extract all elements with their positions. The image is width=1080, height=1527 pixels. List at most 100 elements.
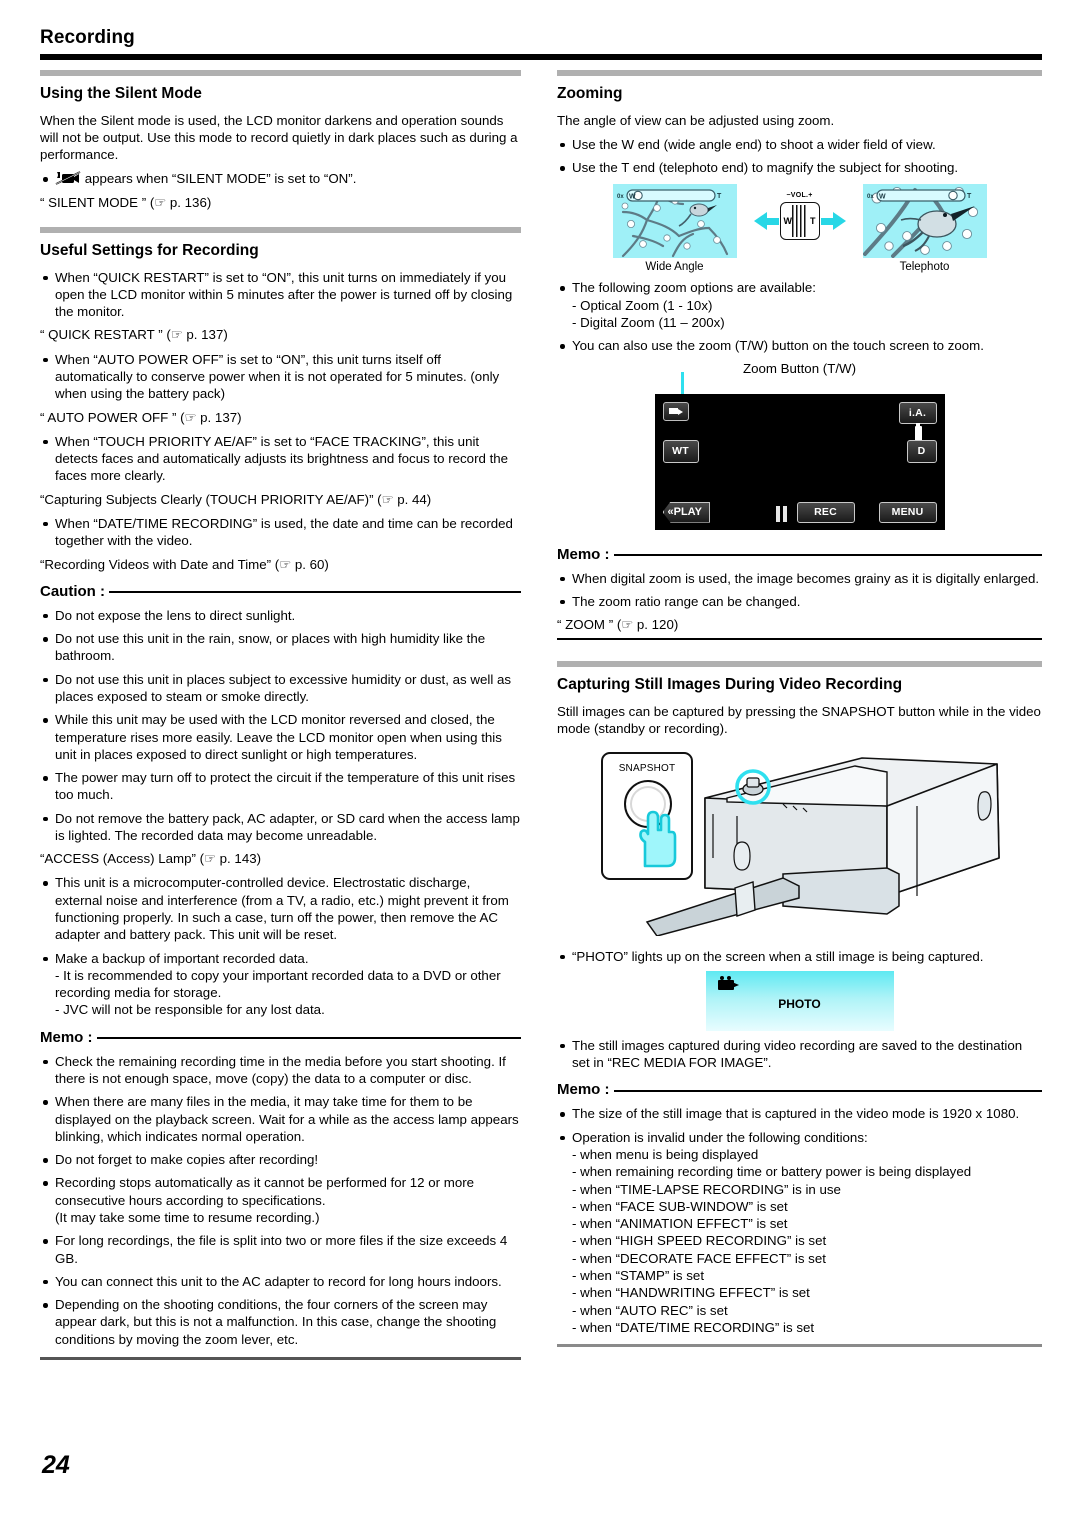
menu-button[interactable]: MENU xyxy=(878,501,937,523)
telephoto-caption: Telephoto xyxy=(899,261,950,274)
reference-zoom[interactable]: “ ZOOM ” (☞ p. 120) xyxy=(557,616,1042,641)
list-item-text: When “QUICK RESTART” is set to “ON”, thi… xyxy=(55,269,513,320)
condition-item: - when “AUTO REC” is set xyxy=(572,1302,728,1318)
zoom-button-caption: Zoom Button (T/W) xyxy=(742,360,857,376)
play-chevron-icon: « xyxy=(667,506,674,519)
list-item: The zoom ratio range can be changed. xyxy=(557,593,1042,610)
svg-text:W: W xyxy=(879,194,886,201)
list-item-text: Use the T end (telephoto end) to magnify… xyxy=(572,160,959,176)
list-item: When there are many files in the media, … xyxy=(40,1093,521,1145)
page-number: 24 xyxy=(42,1451,70,1479)
arrow-right-bar xyxy=(820,217,833,225)
zoom-lever[interactable]: −VOL.+ W T xyxy=(779,192,820,241)
list-item-text: Check the remaining recording time in th… xyxy=(55,1053,506,1086)
useful-settings-list: When “AUTO POWER OFF” is set to “ON”, th… xyxy=(40,351,521,403)
arrow-left-bar xyxy=(766,217,779,225)
memo-heading-zoom: Memo : xyxy=(557,546,1042,563)
manual-page: Recording Using the Silent Mode When the… xyxy=(0,0,1080,1527)
photo-destination-list: The still images captured during video r… xyxy=(557,1037,1042,1072)
memo-label: Memo : xyxy=(557,545,610,563)
condition-item: - when “STAMP” is set xyxy=(572,1267,705,1283)
photo-indicator-figure: PHOTO xyxy=(705,970,894,1031)
list-item-text: Recording stops automatically as it cann… xyxy=(55,1175,475,1225)
reference-quick-restart[interactable]: “ QUICK RESTART ” (☞ p. 137) xyxy=(40,326,521,343)
section-bar-zooming xyxy=(557,70,1042,76)
section-bar-capturing xyxy=(557,661,1042,668)
digital-zoom-option: - Digital Zoom (11 – 200x) xyxy=(572,315,725,330)
svg-text:0x: 0x xyxy=(617,194,624,200)
right-column: Zooming The angle of view can be adjuste… xyxy=(557,70,1042,1348)
zoom-options-list: The following zoom options are available… xyxy=(557,279,1042,354)
list-item: When “AUTO POWER OFF” is set to “ON”, th… xyxy=(40,351,521,403)
condition-item: - when “FACE SUB-WINDOW” is set xyxy=(572,1198,788,1214)
list-item: You can also use the zoom (T/W) button o… xyxy=(557,337,1042,354)
vol-label: −VOL.+ xyxy=(786,192,813,200)
list-item: Use the T end (telephoto end) to magnify… xyxy=(557,159,1042,176)
list-item: Depending on the shooting conditions, th… xyxy=(40,1296,521,1348)
wide-angle-caption: Wide Angle xyxy=(645,261,704,274)
pause-icon xyxy=(775,505,787,522)
memo-label: Memo : xyxy=(557,1081,610,1099)
condition-item: - when remaining recording time or batte… xyxy=(572,1164,972,1180)
photo-indicator-label: PHOTO xyxy=(778,996,821,1011)
list-item-text: You can also use the zoom (T/W) button o… xyxy=(572,338,984,354)
list-item: The still images captured during video r… xyxy=(557,1037,1042,1072)
condition-item: - when “TIME-LAPSE RECORDING” is in use xyxy=(572,1181,841,1197)
heading-using-the-silent-mode: Using the Silent Mode xyxy=(40,85,202,102)
condition-item: - when “HIGH SPEED RECORDING” is set xyxy=(572,1233,827,1249)
reference-access-lamp[interactable]: “ACCESS (Access) Lamp” (☞ p. 143) xyxy=(40,850,521,867)
list-item: Recording stops automatically as it cann… xyxy=(40,1174,521,1226)
memo-heading-left: Memo : xyxy=(40,1029,521,1046)
arrow-left-icon xyxy=(753,212,767,231)
list-item-text: For long recordings, the file is split i… xyxy=(55,1233,508,1266)
list-item: Operation is invalid under the following… xyxy=(557,1129,1042,1336)
left-column-end-rule xyxy=(40,1356,521,1360)
memo-label: Memo : xyxy=(40,1028,93,1046)
snapshot-callout: SNAPSHOT xyxy=(601,751,693,880)
memo-rule xyxy=(613,1089,1042,1092)
list-item: You can connect this unit to the AC adap… xyxy=(40,1273,521,1290)
condition-item: - when “DECORATE FACE EFFECT” is set xyxy=(572,1250,826,1266)
zoom-comparison-figure: 0x T W Wide Angle −VOL.+ W T 0x T W Tele… xyxy=(557,184,1042,273)
memo-list-left: Check the remaining recording time in th… xyxy=(40,1053,521,1348)
list-item-text: Use the W end (wide angle end) to shoot … xyxy=(572,136,936,152)
video-camera-icon xyxy=(717,975,740,990)
capturing-paragraph: Still images can be captured by pressing… xyxy=(557,704,1041,737)
play-button[interactable]: « PLAY xyxy=(662,501,710,523)
condition-item: - when “ANIMATION EFFECT” is set xyxy=(572,1216,788,1232)
list-item-text: When there are many files in the media, … xyxy=(55,1094,519,1144)
wide-angle-image: 0x T W xyxy=(612,184,737,259)
zooming-bullets: Use the W end (wide angle end) to shoot … xyxy=(557,136,1042,177)
memo-list-zoom: When digital zoom is used, the image bec… xyxy=(557,570,1042,611)
telephoto-image: 0x T W xyxy=(862,184,987,259)
reference-date-time-recording[interactable]: “Recording Videos with Date and Time” (☞… xyxy=(40,556,521,573)
intelligent-auto-button[interactable]: i.A. xyxy=(898,401,937,424)
lcd-screen: WT i.A. D « PLAY REC MENU xyxy=(654,393,945,530)
zoom-lever-figure: −VOL.+ W T xyxy=(737,184,863,258)
silent-mode-reference[interactable]: “ SILENT MODE ” (☞ p. 136) xyxy=(40,194,521,211)
list-item-text: The power may turn off to protect the ci… xyxy=(55,770,516,803)
wide-angle-figure: 0x T W Wide Angle xyxy=(612,184,737,274)
list-item-text: Depending on the shooting conditions, th… xyxy=(55,1297,497,1347)
section-bar-silent-mode xyxy=(40,70,521,76)
zoom-wt-button[interactable]: WT xyxy=(662,439,699,463)
list-item-text: The size of the still image that is capt… xyxy=(572,1106,1020,1122)
list-item: For long recordings, the file is split i… xyxy=(40,1232,521,1267)
section-bar-useful-settings xyxy=(40,227,521,233)
rec-button[interactable]: REC xyxy=(796,501,855,523)
list-item-text: When “AUTO POWER OFF” is set to “ON”, th… xyxy=(55,351,500,402)
list-item: This unit is a microcomputer-controlled … xyxy=(40,874,521,943)
list-item-text: Do not use this unit in the rain, snow, … xyxy=(55,631,486,664)
reference-auto-power-off[interactable]: “ AUTO POWER OFF ” (☞ p. 137) xyxy=(40,409,521,426)
d-button[interactable]: D xyxy=(906,439,937,463)
lever-t-label: T xyxy=(810,216,816,227)
useful-settings-list: When “TOUCH PRIORITY AE/AF” is set to “F… xyxy=(40,433,521,485)
list-item-text: This unit is a microcomputer-controlled … xyxy=(55,875,509,943)
list-item-text: When “DATE/TIME RECORDING” is used, the … xyxy=(55,515,513,549)
list-item-text: When “TOUCH PRIORITY AE/AF” is set to “F… xyxy=(55,433,509,484)
svg-text:T: T xyxy=(717,193,722,200)
list-item-text: “PHOTO” lights up on the screen when a s… xyxy=(572,948,984,964)
list-item-text: Make a backup of important recorded data… xyxy=(55,950,501,1018)
list-item-text: The still images captured during video r… xyxy=(572,1037,1023,1071)
reference-touch-priority[interactable]: “Capturing Subjects Clearly (TOUCH PRIOR… xyxy=(40,491,521,508)
